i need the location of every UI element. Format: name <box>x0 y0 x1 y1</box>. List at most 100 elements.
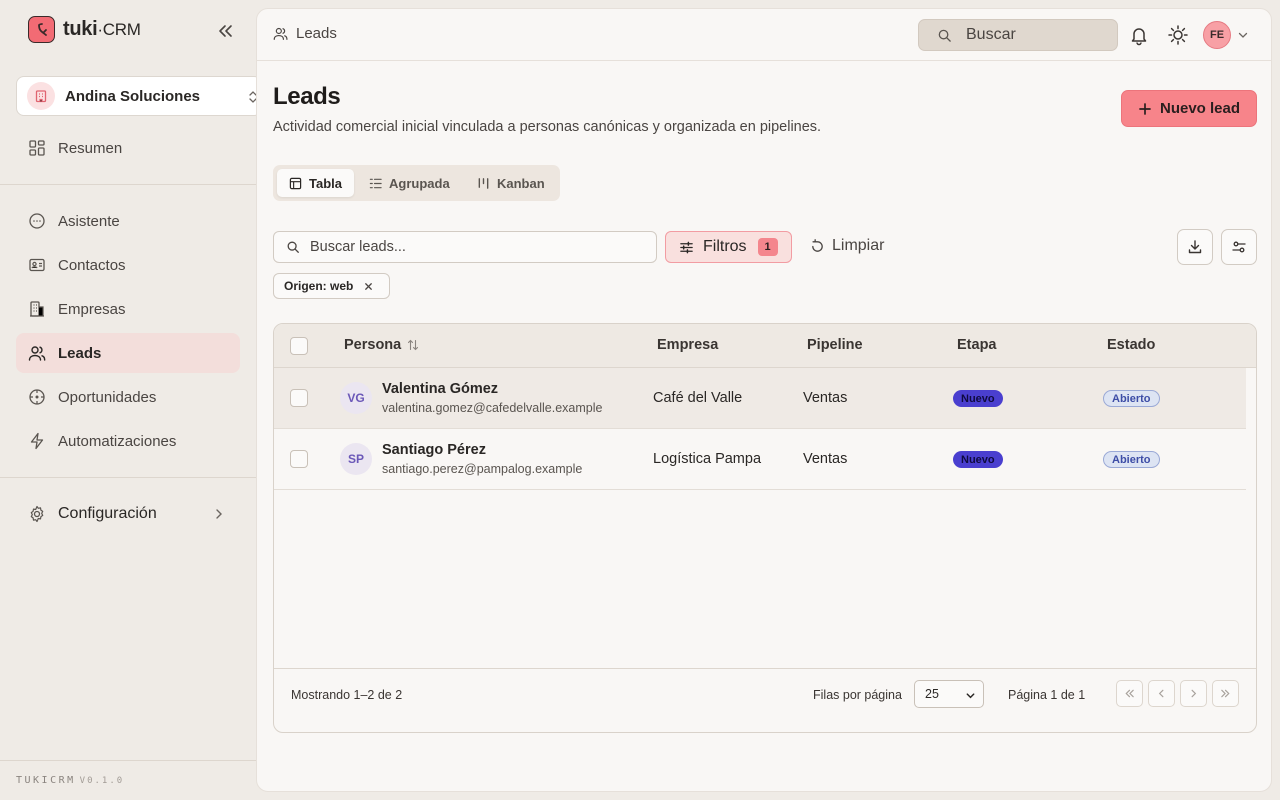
nav-item-leads[interactable]: Leads <box>16 333 240 373</box>
user-avatar[interactable]: FE <box>1203 21 1231 49</box>
avatar: VG <box>340 382 372 414</box>
sort-icon[interactable] <box>407 339 419 351</box>
global-search[interactable]: Buscar <box>918 19 1118 51</box>
plus-icon <box>1139 102 1151 115</box>
column-header-empresa[interactable]: Empresa <box>657 337 718 353</box>
nav-item-empresas[interactable]: Empresas <box>16 289 240 329</box>
column-settings-button[interactable] <box>1221 229 1257 265</box>
nav-item-contactos[interactable]: Contactos <box>16 245 240 285</box>
contact-card-icon <box>29 258 45 272</box>
active-filter-label: Origen: web <box>284 279 354 293</box>
active-filter-chip[interactable]: Origen: web <box>273 273 390 299</box>
status-badge: Abierto <box>1103 451 1160 468</box>
users-icon <box>28 346 46 361</box>
last-page-button[interactable] <box>1212 680 1239 707</box>
row-checkbox[interactable] <box>290 389 308 407</box>
table-row[interactable]: VG Valentina Gómez valentina.gomez@cafed… <box>274 368 1246 429</box>
lead-pipeline: Ventas <box>803 390 848 406</box>
row-checkbox[interactable] <box>290 450 308 468</box>
brand-logo-icon <box>28 16 55 43</box>
column-label: Pipeline <box>807 337 863 353</box>
tab-label: Agrupada <box>389 175 450 191</box>
column-label: Persona <box>344 337 402 353</box>
view-switcher: Tabla Agrupada Kanban <box>273 165 560 201</box>
chevron-right-icon <box>216 509 222 519</box>
lead-name[interactable]: Santiago Pérez <box>382 442 486 458</box>
close-icon[interactable] <box>363 281 374 292</box>
nav-label: Resumen <box>58 139 123 157</box>
stage-badge: Nuevo <box>953 451 1003 468</box>
sun-icon[interactable] <box>1167 24 1189 46</box>
column-label: Etapa <box>957 337 997 353</box>
dashboard-icon <box>29 140 45 156</box>
chevrons-left-icon <box>1125 689 1134 698</box>
column-header-persona[interactable]: Persona <box>344 337 419 353</box>
tab-label: Kanban <box>497 175 545 191</box>
lead-pipeline: Ventas <box>803 451 848 467</box>
page-title: Leads <box>273 83 341 110</box>
rows-per-page-label: Filas por página <box>813 688 902 702</box>
footer-divider <box>0 760 256 761</box>
rows-per-page-select[interactable]: 25 <box>914 680 984 708</box>
global-search-label: Buscar <box>966 26 1016 43</box>
building-icon <box>30 301 44 317</box>
nav-divider <box>0 477 256 478</box>
lead-search[interactable] <box>273 231 657 263</box>
nav-item-configuracion[interactable]: Configuración <box>16 494 240 534</box>
new-lead-label: Nuevo lead <box>1159 100 1241 117</box>
nav-label: Oportunidades <box>58 388 157 406</box>
first-page-button[interactable] <box>1116 680 1143 707</box>
breadcrumb-label: Leads <box>296 25 337 42</box>
collapse-sidebar-icon[interactable] <box>214 20 236 42</box>
lead-name[interactable]: Valentina Gómez <box>382 381 498 397</box>
lightning-icon <box>30 432 44 450</box>
nav-label: Automatizaciones <box>58 432 177 450</box>
brand[interactable]: tuki·CRM <box>28 16 141 43</box>
prev-page-button[interactable] <box>1148 680 1175 707</box>
new-lead-button[interactable]: Nuevo lead <box>1121 90 1257 127</box>
nav-label: Configuración <box>58 505 157 522</box>
clear-filters-button[interactable]: Limpiar <box>810 237 884 255</box>
tab-tabla[interactable]: Tabla <box>277 169 354 197</box>
filters-button[interactable]: Filtros 1 <box>665 231 792 263</box>
next-page-button[interactable] <box>1180 680 1207 707</box>
tab-agrupada[interactable]: Agrupada <box>357 169 462 197</box>
lead-email: santiago.perez@pampalog.example <box>382 462 583 476</box>
chevrons-right-icon <box>1221 689 1230 698</box>
topbar: Leads Buscar FE <box>257 9 1271 61</box>
stage-label: Nuevo <box>961 453 995 466</box>
column-header-estado[interactable]: Estado <box>1107 337 1155 353</box>
nav-item-automatizaciones[interactable]: Automatizaciones <box>16 421 240 461</box>
nav-item-resumen[interactable]: Resumen <box>16 128 240 168</box>
bell-icon[interactable] <box>1128 24 1150 46</box>
chevron-down-icon[interactable] <box>1237 29 1249 41</box>
app-version: TUKICRM V0.1.0 <box>16 775 125 786</box>
column-header-pipeline[interactable]: Pipeline <box>807 337 863 353</box>
lead-search-input[interactable] <box>310 239 640 255</box>
kanban-icon <box>478 177 489 189</box>
list-tree-icon <box>369 178 382 188</box>
nav-label: Leads <box>58 344 102 362</box>
stage-label: Nuevo <box>961 392 995 405</box>
page-subtitle: Actividad comercial inicial vinculada a … <box>273 119 822 135</box>
sliders-icon <box>680 241 693 253</box>
brand-name: tuki·CRM <box>63 18 141 40</box>
filters-count-badge: 1 <box>757 238 778 256</box>
column-header-etapa[interactable]: Etapa <box>957 337 997 353</box>
workspace-switcher[interactable]: Andina Soluciones <box>16 76 262 116</box>
workspace-name: Andina Soluciones <box>65 87 201 105</box>
nav-item-oportunidades[interactable]: Oportunidades <box>16 377 240 417</box>
table-icon <box>289 177 302 189</box>
filters-label: Filtros <box>703 238 747 255</box>
column-label: Empresa <box>657 337 719 353</box>
table-row[interactable]: SP Santiago Pérez santiago.perez@pampalo… <box>274 429 1246 490</box>
tab-kanban[interactable]: Kanban <box>465 169 557 197</box>
nav-item-asistente[interactable]: Asistente <box>16 201 240 241</box>
download-button[interactable] <box>1177 229 1213 265</box>
select-all-checkbox[interactable] <box>290 337 308 355</box>
lead-company: Logística Pampa <box>653 451 762 467</box>
chat-bubble-icon <box>29 213 45 229</box>
nav-divider <box>0 184 256 185</box>
clear-filters-label: Limpiar <box>832 237 885 254</box>
breadcrumb: Leads <box>273 25 337 42</box>
